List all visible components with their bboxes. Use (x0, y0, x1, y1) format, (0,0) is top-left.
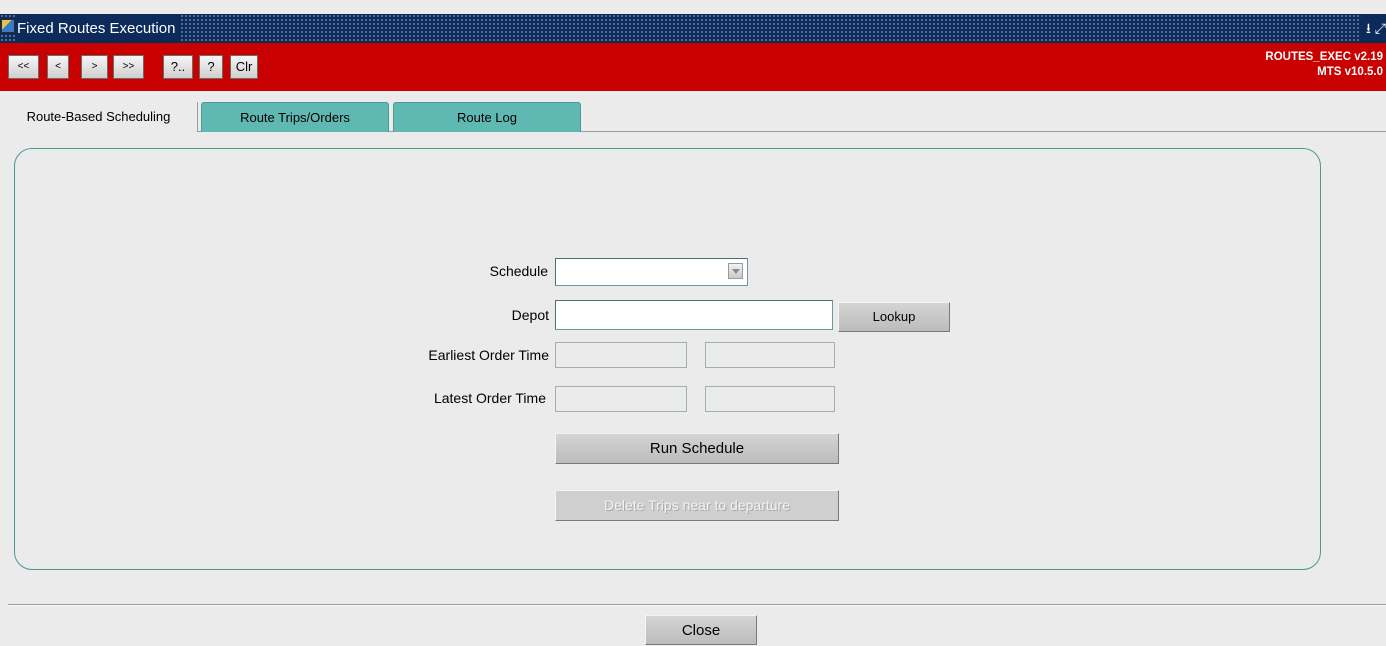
depot-input[interactable] (555, 300, 833, 330)
first-record-button[interactable]: << (8, 55, 39, 79)
depot-label: Depot (511, 307, 549, 323)
clear-button[interactable]: Clr (230, 55, 258, 79)
next-record-button[interactable]: > (81, 55, 108, 79)
run-schedule-button[interactable]: Run Schedule (555, 433, 839, 464)
version-info: ROUTES_EXEC v2.19 MTS v10.5.0 (1265, 50, 1383, 80)
window-title: Fixed Routes Execution (17, 15, 182, 42)
latest-order-time-field[interactable] (705, 386, 835, 412)
tab-route-trips-orders[interactable]: Route Trips/Orders (201, 102, 389, 132)
tab-route-log[interactable]: Route Log (393, 102, 581, 132)
window-controls-icon[interactable]: ⭳ ⤢ (1360, 15, 1386, 42)
earliest-order-time-field[interactable] (705, 342, 835, 368)
tab-route-based-scheduling[interactable]: Route-Based Scheduling (0, 102, 198, 132)
earliest-order-date-field[interactable] (555, 342, 687, 368)
delete-trips-button[interactable]: Delete Trips near to departure (555, 490, 839, 521)
app-icon (1, 19, 15, 33)
window-title-bar: Fixed Routes Execution ⭳ ⤢ (0, 14, 1386, 43)
lookup-button[interactable]: Lookup (838, 302, 950, 332)
close-button[interactable]: Close (645, 615, 757, 645)
system-version: MTS v10.5.0 (1317, 66, 1383, 78)
latest-order-time-label: Latest Order Time (433, 390, 546, 406)
earliest-order-time-label: Earliest Order Time (428, 347, 549, 363)
schedule-select[interactable] (555, 258, 748, 286)
app-version: ROUTES_EXEC v2.19 (1265, 51, 1383, 63)
last-record-button[interactable]: >> (113, 55, 144, 79)
previous-record-button[interactable]: < (47, 55, 69, 79)
help-list-button[interactable]: ?.. (163, 55, 193, 79)
toolbar: << < > >> ?.. ? Clr ROUTES_EXEC v2.19 MT… (0, 43, 1386, 91)
latest-order-date-field[interactable] (555, 386, 687, 412)
help-button[interactable]: ? (199, 55, 223, 79)
schedule-label: Schedule (489, 263, 548, 279)
footer-divider-highlight (8, 605, 1386, 606)
chevron-down-icon[interactable] (728, 263, 743, 279)
